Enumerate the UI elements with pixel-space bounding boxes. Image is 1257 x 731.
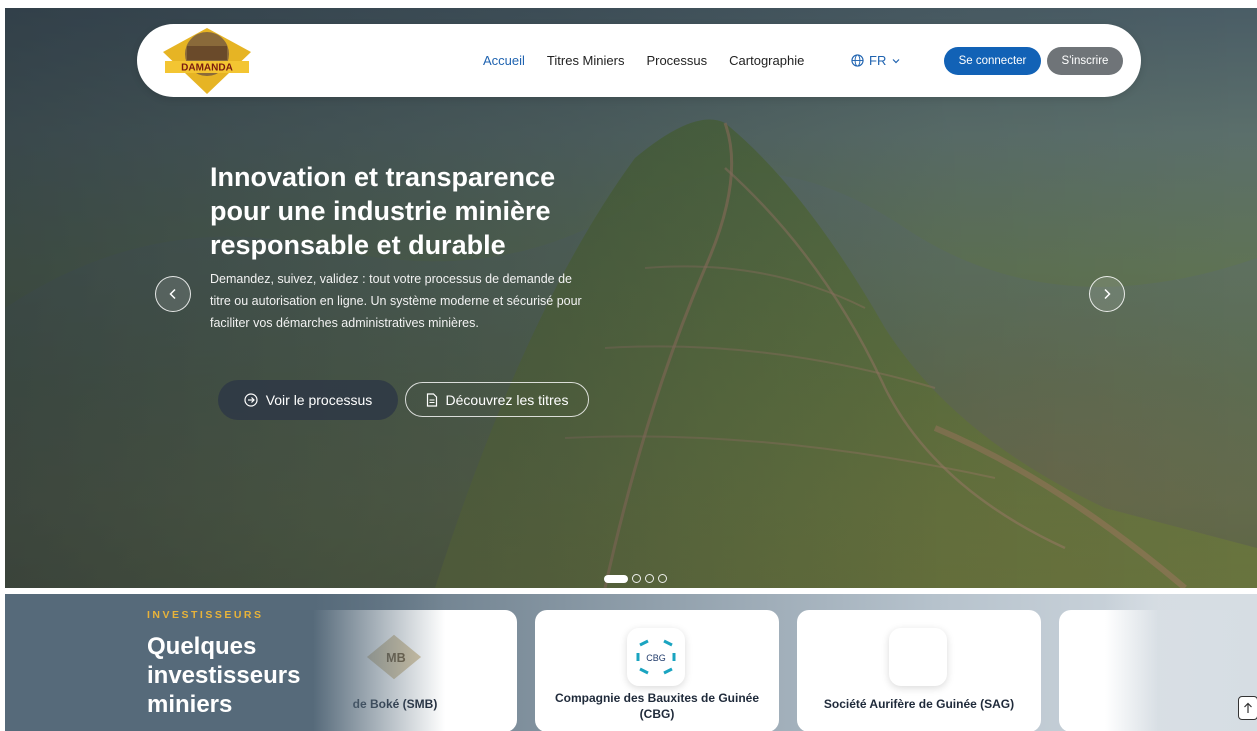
investors-title-line: Quelques [147,633,257,660]
investor-logo [889,628,947,686]
carousel-dot[interactable] [658,574,667,583]
nav-link-cartographie[interactable]: Cartographie [729,53,804,68]
investors-title: Quelques investisseurs miniers [147,632,377,719]
login-button[interactable]: Se connecter [944,47,1041,75]
signup-button[interactable]: S'inscrire [1047,47,1123,75]
logo-text: DAMANDA [181,63,233,74]
nav-link-titres-miniers[interactable]: Titres Miniers [547,53,625,68]
chevron-down-icon [892,58,900,63]
investor-card-sag[interactable]: Société Aurifère de Guinée (SAG) [797,610,1041,731]
cbg-logo-text: CBG [646,653,666,663]
chevron-right-icon [1104,288,1111,300]
investor-logo: CBG [627,628,685,686]
carousel-dot[interactable] [645,574,654,583]
investor-name: Société Aurifère de Guinée (SAG) [823,697,1015,711]
carousel-dot-active[interactable] [604,574,628,583]
view-process-button[interactable]: Voir le processus [218,380,398,420]
investors-title-line: investisseurs [147,662,301,689]
nav-link-processus[interactable]: Processus [646,53,707,68]
carousel-prev-button[interactable] [155,276,191,312]
scroll-to-top-button[interactable] [1238,696,1257,720]
investor-card-cbg[interactable]: CBG Compagnie des Bauxites de Guinée (CB… [535,610,779,731]
globe-icon [851,54,864,67]
carousel-fade [1105,594,1257,731]
hero-title-line: responsable et durable [210,230,506,260]
discover-titles-button[interactable]: Découvrez les titres [405,382,589,417]
carousel-dot[interactable] [632,574,641,583]
document-icon [426,392,437,407]
hero-description-line: titre ou autorisation en ligne. Un systè… [210,294,582,308]
top-navbar: DAMANDA Accueil Titres Miniers Processus… [137,24,1141,97]
arrow-up-icon [1244,702,1252,713]
investors-section: MB de Boké (SMB) CBG Compagnie des Bauxi… [5,594,1257,731]
cbg-logo-icon: CBG [636,639,676,675]
hero-title: Innovation et transparence pour une indu… [210,160,670,262]
view-process-label: Voir le processus [265,392,373,408]
chevron-left-icon [169,288,176,300]
hero-title-line: Innovation et transparence [210,162,556,192]
language-label: FR [869,53,887,68]
hero-title-line: pour une industrie minière [210,196,551,226]
discover-titles-label: Découvrez les titres [445,391,569,408]
hero-description: Demandez, suivez, validez : tout votre p… [210,268,640,334]
hero-description-line: Demandez, suivez, validez : tout votre p… [210,272,573,286]
investors-eyebrow: INVESTISSEURS [147,609,264,621]
nav-link-accueil[interactable]: Accueil [483,53,525,68]
arrow-circle-right-icon [244,393,258,407]
hero-description-line: faciliter vos démarches administratives … [210,316,479,330]
carousel-next-button[interactable] [1089,276,1125,312]
carousel-dots [604,574,667,583]
investor-name: Compagnie des Bauxites de Guinée (CBG) [554,691,760,721]
language-selector[interactable]: FR [851,24,901,97]
nav-links: Accueil Titres Miniers Processus Cartogr… [483,24,804,97]
damanda-logo[interactable]: DAMANDA [159,26,255,96]
investors-title-line: miniers [147,691,233,718]
